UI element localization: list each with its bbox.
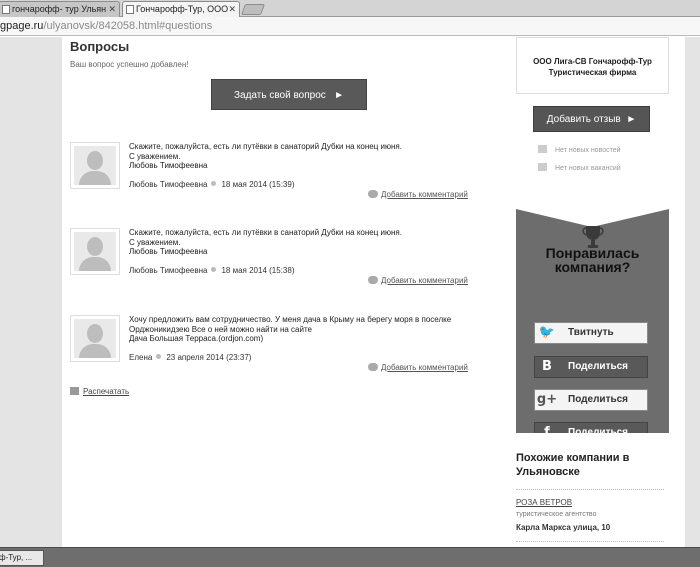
- question-text: Хочу предложить вам сотрудничество. У ме…: [129, 315, 479, 344]
- taskbar: ф-Тур, ...: [0, 547, 700, 567]
- person-icon: [538, 163, 547, 171]
- tweet-button[interactable]: 🐦 Твитнуть: [534, 322, 648, 344]
- question-meta: Любовь Тимофеевна 18 мая 2014 (15:38): [129, 266, 294, 275]
- similar-companies-title: Похожие компании в Ульяновске: [516, 451, 669, 479]
- dot-icon: [211, 267, 217, 272]
- question-author: Любовь Тимофеевна: [129, 266, 208, 275]
- browser-tab-1[interactable]: гончарофф- тур Ульян ✕: [0, 1, 120, 17]
- ask-question-label: Задать свой вопрос: [233, 90, 326, 101]
- question-line: С уважением.: [129, 237, 181, 247]
- avatar: [70, 315, 120, 362]
- divider: [516, 489, 664, 490]
- news-icon: [538, 145, 547, 153]
- question-date: 23 апреля 2014 (23:37): [166, 353, 252, 362]
- avatar: [70, 228, 120, 275]
- company-type: Туристическая фирма: [548, 68, 637, 77]
- question-line: Хочу предложить вам сотрудничество. У ме…: [129, 315, 452, 324]
- tab-label: Гончарофф-Тур, ООО: [136, 4, 229, 14]
- tab-label: гончарофф- тур Ульян: [12, 4, 107, 14]
- question-line: Скажите, пожалуйста, есть ли путёвки в с…: [129, 142, 402, 151]
- like-title-line: Понравилась: [545, 245, 640, 261]
- question-date: 18 мая 2014 (15:39): [221, 180, 295, 189]
- question-author: Любовь Тимофеевна: [129, 180, 208, 189]
- page: Вопросы Ваш вопрос успешно добавлен! Зад…: [0, 37, 700, 547]
- google-plus-icon: g+: [536, 392, 558, 407]
- ask-question-button[interactable]: Задать свой вопрос ►: [211, 79, 367, 110]
- page-icon: [2, 5, 10, 14]
- question-author: Елена: [129, 353, 153, 362]
- similar-title-line: Ульяновске: [516, 466, 580, 478]
- twitter-bird-icon: 🐦: [538, 325, 556, 340]
- add-comment-link[interactable]: Добавить комментарий: [368, 276, 468, 285]
- company-card: ООО Лига-СВ Гончарофф-Тур Туристическая …: [516, 37, 669, 94]
- facebook-icon: f: [544, 425, 550, 433]
- question-line: С уважением.: [129, 151, 181, 161]
- question-line: Орджоникидзею Все о ней можно найти на с…: [129, 324, 312, 334]
- browser-tab-bar: гончарофф- тур Ульян ✕ Гончарофф-Тур, ОО…: [0, 0, 700, 17]
- comment-icon: [368, 190, 378, 198]
- facebook-share-button[interactable]: f Поделиться: [534, 422, 648, 433]
- add-comment-label: Добавить комментарий: [381, 363, 468, 372]
- question-line: Любовь Тимофеевна: [129, 161, 208, 170]
- similar-company-type: туристическое агентство: [516, 511, 597, 518]
- question-date: 18 мая 2014 (15:38): [221, 266, 295, 275]
- close-tab-icon[interactable]: ✕: [228, 2, 236, 16]
- news-info: Нет новых новостей: [538, 145, 621, 154]
- company-name: ООО Лига-СВ Гончарофф-Тур: [533, 57, 652, 66]
- divider: [516, 541, 664, 542]
- dot-icon: [211, 181, 217, 186]
- address-path: /ulyanovsk/842058.html#questions: [43, 20, 213, 32]
- avatar: [70, 142, 120, 189]
- add-comment-label: Добавить комментарий: [381, 190, 468, 199]
- vacancies-label: Нет новых вакансий: [555, 165, 621, 172]
- similar-company-link[interactable]: РОЗА ВЕТРОВ: [516, 498, 572, 507]
- facebook-share-label: Поделиться: [568, 427, 629, 433]
- browser-tab-2[interactable]: Гончарофф-Тур, ООО ✕: [122, 1, 240, 17]
- question-text: Скажите, пожалуйста, есть ли путёвки в с…: [129, 142, 479, 171]
- address-host: gpage.ru: [0, 20, 44, 32]
- print-label: Распечатать: [83, 387, 130, 396]
- news-label: Нет новых новостей: [555, 147, 621, 154]
- like-title: Понравилась компания?: [516, 246, 669, 274]
- like-company-block: Понравилась компания? 🐦 Твитнуть В Поделит…: [516, 209, 669, 433]
- similar-title-line: Похожие компании в: [516, 452, 630, 464]
- add-comment-link[interactable]: Добавить комментарий: [368, 363, 468, 372]
- question-meta: Любовь Тимофеевна 18 мая 2014 (15:39): [129, 180, 294, 189]
- question-line: Скажите, пожалуйста, есть ли путёвки в с…: [129, 228, 402, 237]
- print-link[interactable]: Распечатать: [70, 387, 129, 396]
- address-bar[interactable]: gpage.ru/ulyanovsk/842058.html#questions: [0, 17, 700, 36]
- printer-icon: [70, 387, 79, 395]
- like-title-line: компания?: [554, 259, 631, 275]
- google-plus-share-button[interactable]: g+ Поделиться: [534, 389, 648, 411]
- add-comment-link[interactable]: Добавить комментарий: [368, 190, 468, 199]
- question-line: Любовь Тимофеевна: [129, 247, 208, 256]
- similar-company-address: Карла Маркса улица, 10: [516, 523, 611, 532]
- add-comment-label: Добавить комментарий: [381, 276, 468, 285]
- vk-icon: В: [542, 359, 552, 374]
- play-arrow-icon: ►: [626, 114, 637, 125]
- add-review-label: Добавить отзыв: [546, 114, 621, 125]
- question-line: Дача Большая Терраса.(ordjon.com): [129, 334, 264, 343]
- question-text: Скажите, пожалуйста, есть ли путёвки в с…: [129, 228, 479, 257]
- google-plus-share-label: Поделиться: [568, 394, 629, 405]
- success-message: Ваш вопрос успешно добавлен!: [70, 60, 189, 69]
- new-tab-button[interactable]: [240, 4, 266, 15]
- vk-share-button[interactable]: В Поделиться: [534, 356, 648, 378]
- vacancies-info: Нет новых вакансий: [538, 163, 621, 172]
- page-title: Вопросы: [70, 39, 130, 54]
- comment-icon: [368, 276, 378, 284]
- tweet-label: Твитнуть: [568, 327, 614, 338]
- content-area: Вопросы Ваш вопрос успешно добавлен! Зад…: [62, 37, 685, 547]
- page-icon: [126, 5, 134, 14]
- vk-share-label: Поделиться: [568, 361, 629, 372]
- comment-icon: [368, 363, 378, 371]
- add-review-button[interactable]: Добавить отзыв ►: [533, 106, 650, 132]
- play-arrow-icon: ►: [334, 90, 345, 101]
- close-tab-icon[interactable]: ✕: [108, 2, 116, 16]
- question-meta: Елена 23 апреля 2014 (23:37): [129, 353, 251, 362]
- dot-icon: [156, 354, 162, 359]
- taskbar-item[interactable]: ф-Тур, ...: [0, 550, 44, 566]
